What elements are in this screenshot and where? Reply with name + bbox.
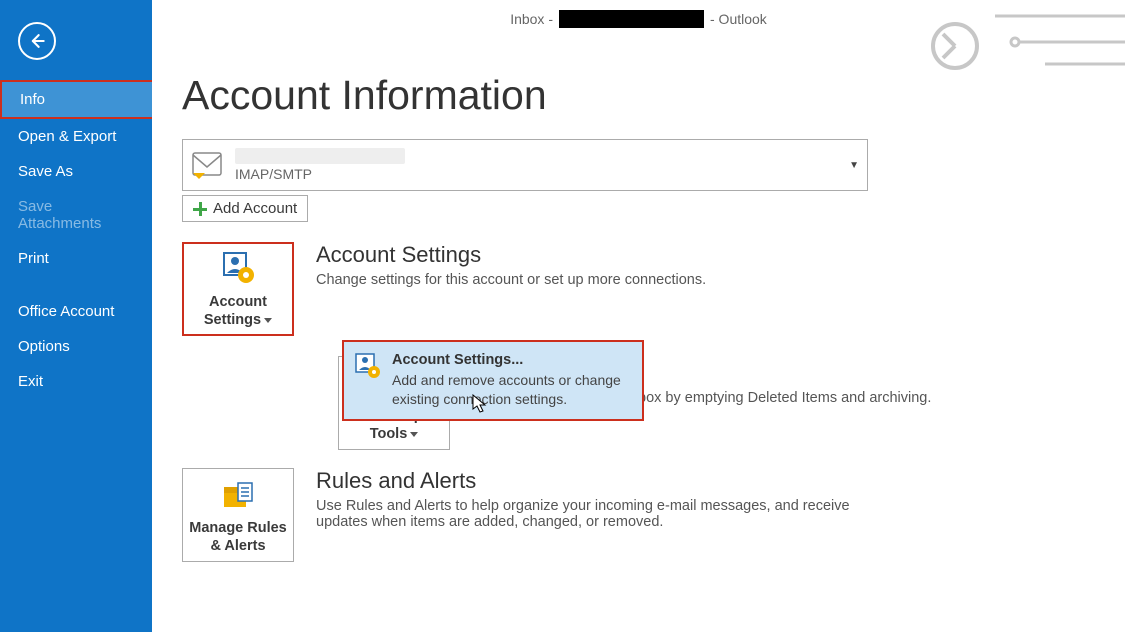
account-settings-small-icon — [354, 352, 382, 380]
account-selector[interactable]: IMAP/SMTP ▼ — [182, 139, 868, 191]
decorative-lines-icon — [925, 6, 1125, 76]
redacted-email — [559, 10, 704, 28]
plus-icon — [193, 202, 207, 216]
account-settings-menu-item[interactable]: Account Settings... Add and remove accou… — [342, 340, 644, 421]
main-panel: Inbox - - Outlook Account Information — [152, 0, 1125, 632]
account-type: IMAP/SMTP — [235, 166, 839, 182]
app-root: Info Open & Export Save As Save Attachme… — [0, 0, 1125, 632]
account-settings-icon — [218, 249, 258, 289]
nav-print[interactable]: Print — [0, 241, 152, 276]
rules-icon — [218, 475, 258, 515]
account-name-redacted — [235, 148, 405, 164]
add-account-button[interactable]: Add Account — [182, 195, 308, 222]
popup-title: Account Settings... — [392, 352, 632, 368]
back-arrow-icon — [27, 31, 47, 51]
nav-exit[interactable]: Exit — [0, 364, 152, 399]
nav-open-export[interactable]: Open & Export — [0, 119, 152, 154]
nav-save-attachments: Save Attachments — [0, 189, 152, 241]
nav-options[interactable]: Options — [0, 329, 152, 364]
mailbox-desc-fragment: box by emptying Deleted Items and archiv… — [638, 390, 931, 406]
account-settings-button[interactable]: Account Settings — [182, 242, 294, 336]
popup-desc: Add and remove accounts or change existi… — [392, 371, 632, 409]
back-button[interactable] — [18, 22, 56, 60]
dropdown-caret-icon: ▼ — [849, 160, 859, 171]
mailbox-icon — [189, 147, 225, 183]
mouse-cursor-icon — [472, 394, 488, 414]
nav-info[interactable]: Info — [0, 80, 154, 119]
title-suffix: - Outlook — [710, 11, 767, 27]
account-settings-heading: Account Settings — [316, 242, 706, 268]
rules-heading: Rules and Alerts — [316, 468, 856, 494]
manage-rules-button[interactable]: Manage Rules & Alerts — [182, 468, 294, 562]
backstage-sidebar: Info Open & Export Save As Save Attachme… — [0, 0, 152, 632]
account-settings-desc: Change settings for this account or set … — [316, 272, 706, 288]
title-prefix: Inbox - — [510, 11, 553, 27]
rules-desc: Use Rules and Alerts to help organize yo… — [316, 498, 856, 530]
nav-office-account[interactable]: Office Account — [0, 294, 152, 329]
page-title: Account Information — [182, 72, 1095, 119]
nav-save-as[interactable]: Save As — [0, 154, 152, 189]
add-account-label: Add Account — [213, 200, 297, 217]
